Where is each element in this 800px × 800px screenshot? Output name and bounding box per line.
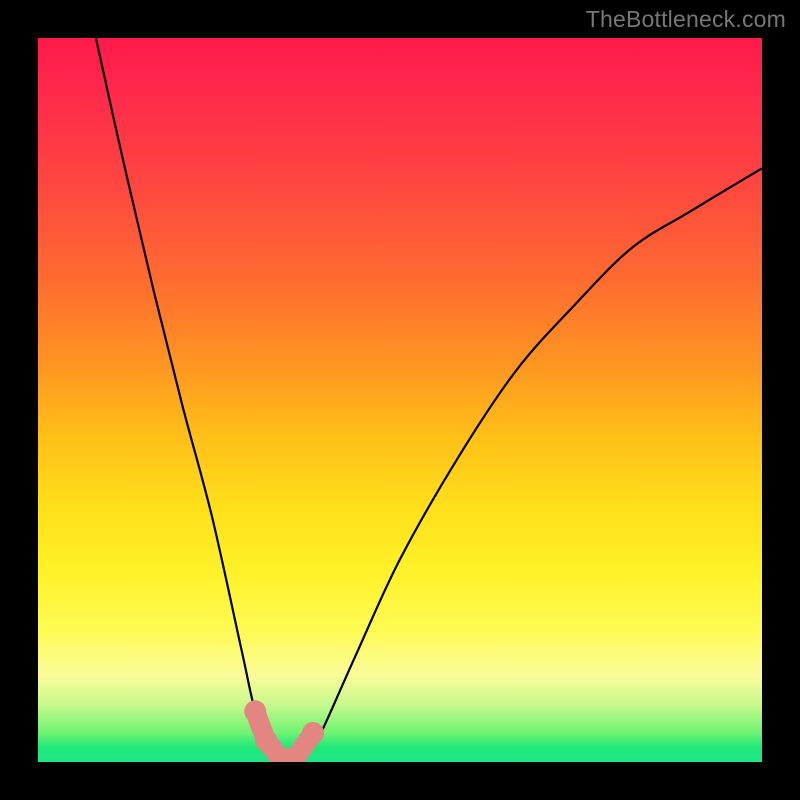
- highlighted-points-group: [244, 700, 324, 762]
- marker-dot: [255, 729, 277, 751]
- marker-dot: [302, 722, 324, 744]
- chart-frame: TheBottleneck.com: [0, 0, 800, 800]
- marker-dot: [244, 700, 266, 722]
- bottleneck-curve: [96, 38, 762, 762]
- watermark-text: TheBottleneck.com: [586, 6, 786, 33]
- curve-path: [96, 38, 762, 762]
- plot-area: [38, 38, 762, 762]
- curve-layer: [38, 38, 762, 762]
